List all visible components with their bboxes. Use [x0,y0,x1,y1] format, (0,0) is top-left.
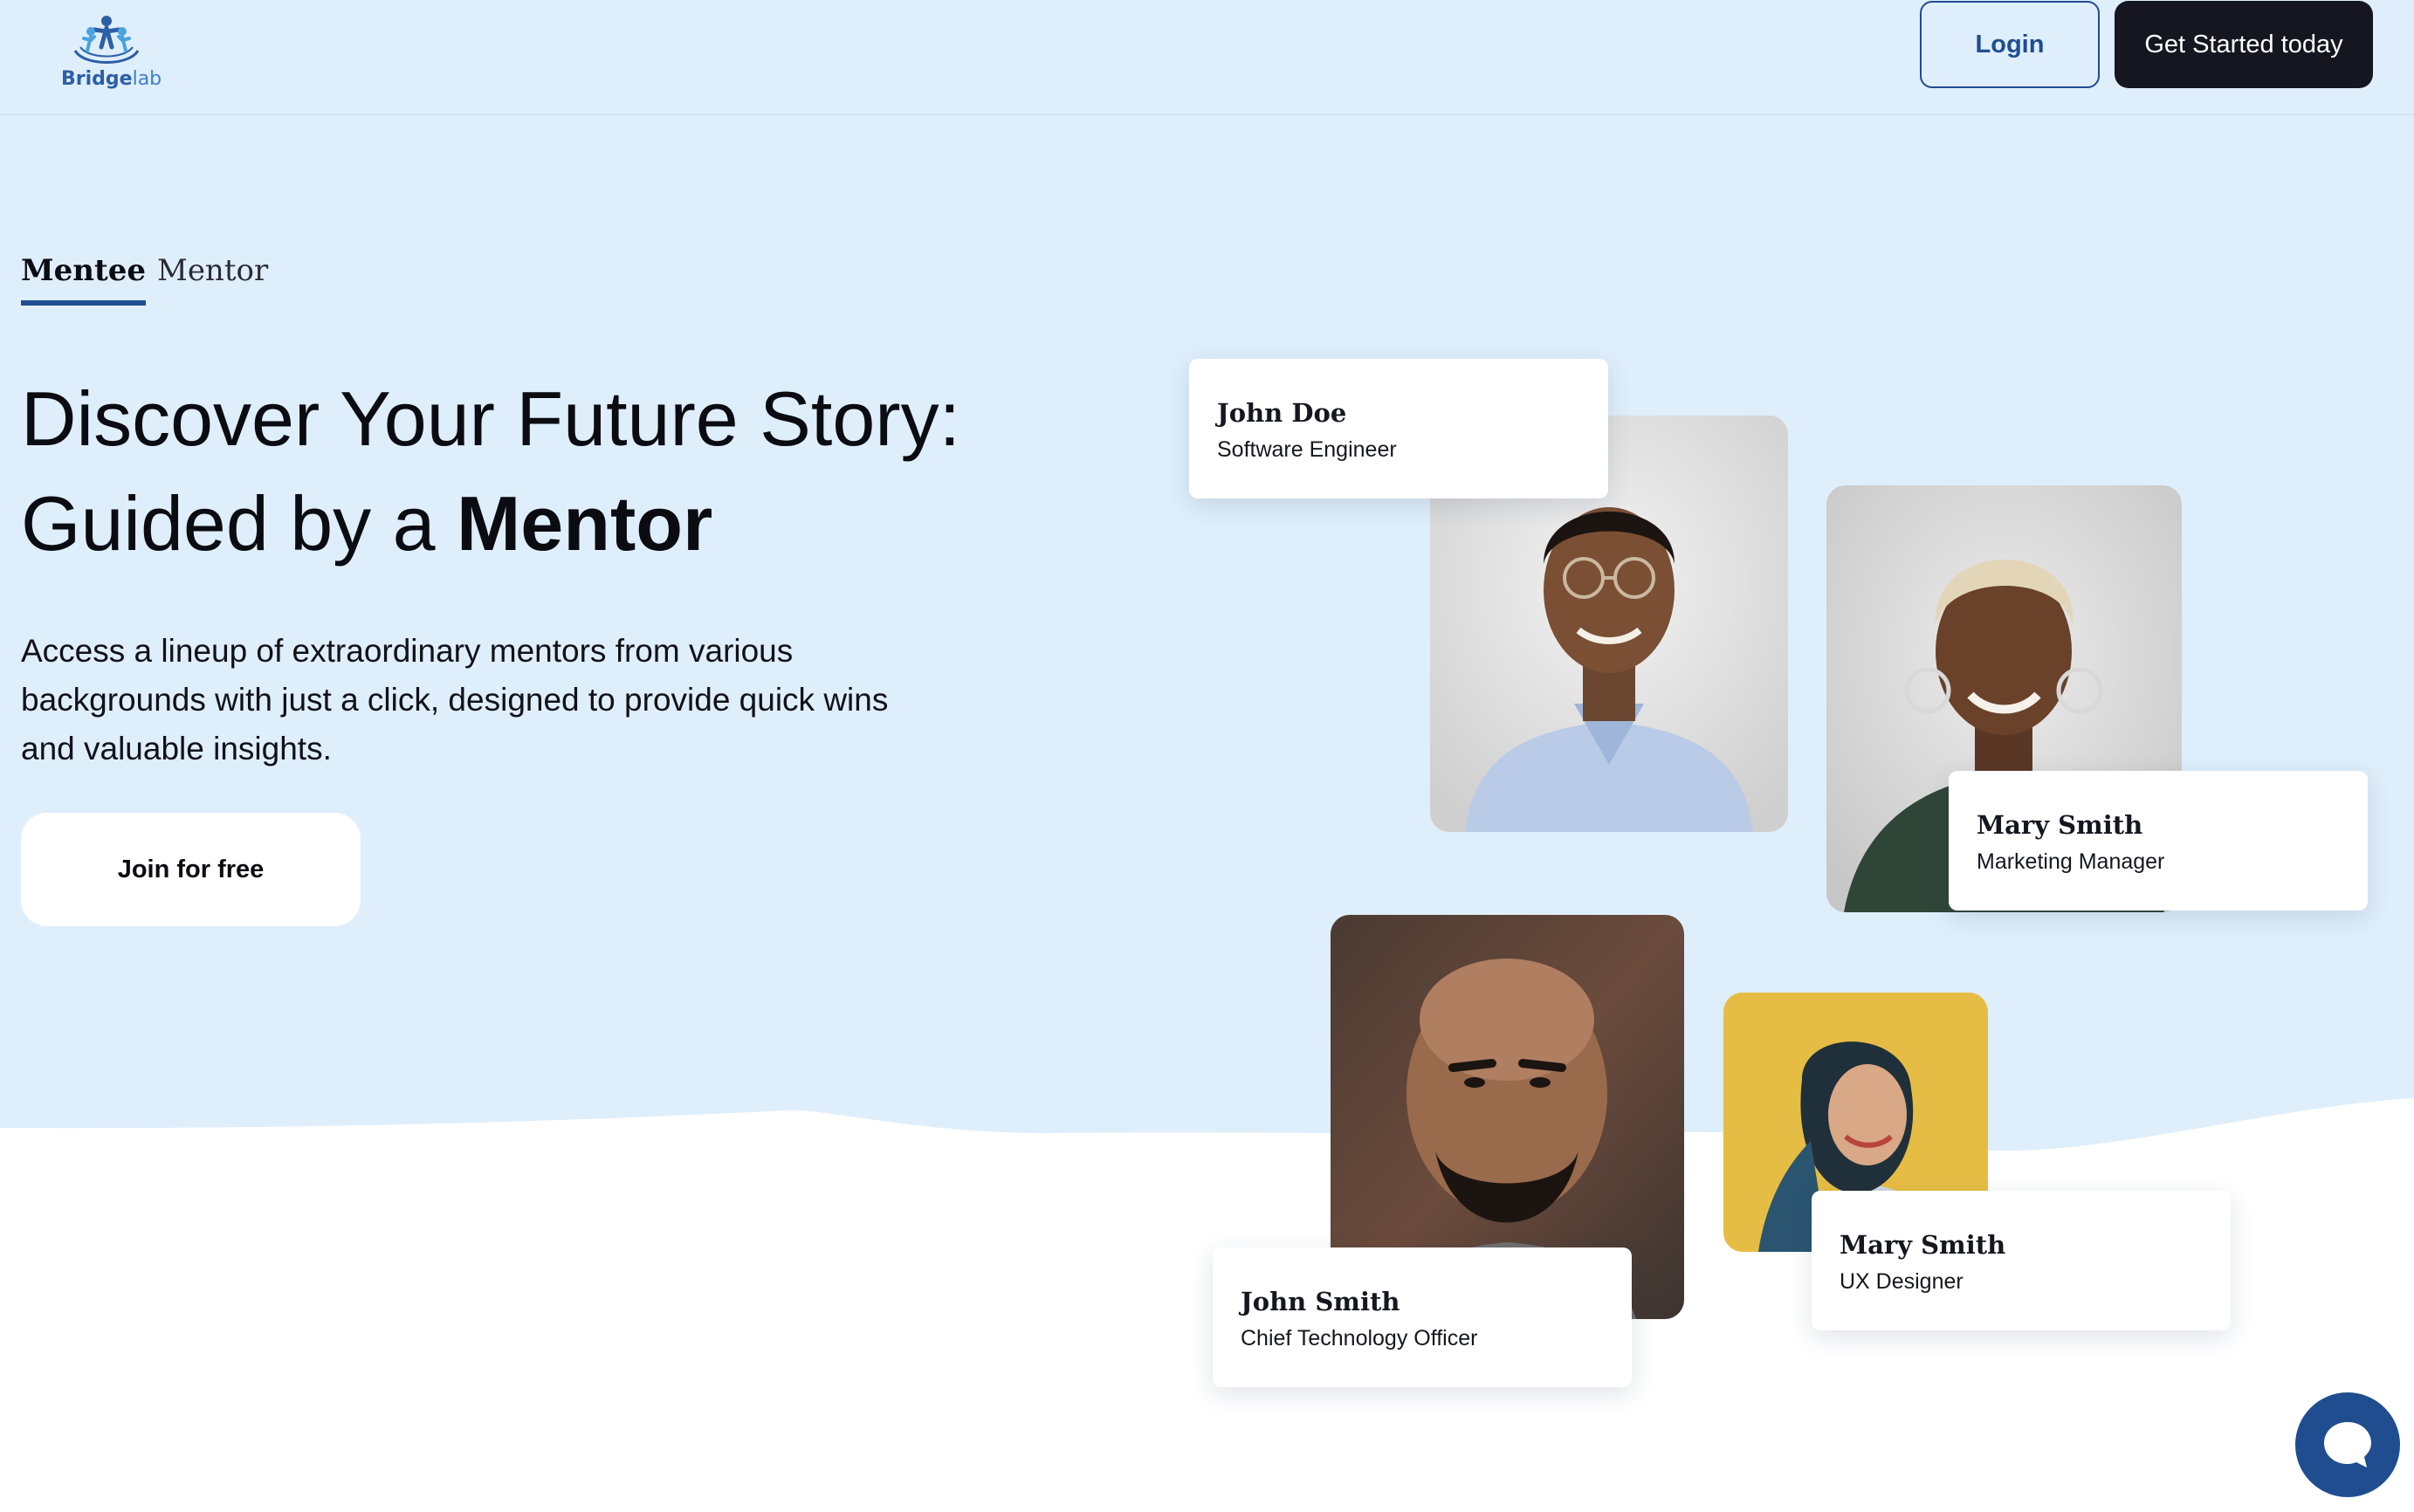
login-button[interactable]: Login [1920,1,2100,88]
mentor-role: Chief Technology Officer [1241,1326,1478,1350]
tab-mentee[interactable]: Mentee [21,253,146,306]
mentor-role: Marketing Manager [1977,849,2165,874]
mentor-card-mary-smith-ux[interactable]: Mary Smith UX Designer [1812,1191,2231,1330]
hero-headline: Discover Your Future Story: Guided by a … [21,367,1069,576]
bridgelab-logo[interactable]: Bridgelab [61,12,162,96]
mentor-name: John Doe [1217,398,1347,428]
get-started-button[interactable]: Get Started today [2115,1,2373,88]
logo-mark-icon [73,16,140,64]
mentor-role: UX Designer [1840,1269,1964,1294]
mentor-name: John Smith [1241,1287,1400,1316]
chat-widget-button[interactable] [2295,1392,2400,1497]
logo-wordmark: Bridgelab [61,68,162,90]
site-header: Bridgelab Login Get Started today [0,0,2414,115]
headline-line-2: Guided by a Mentor [21,480,713,567]
tab-mentor[interactable]: Mentor [157,253,268,300]
mentor-role: Software Engineer [1217,437,1397,462]
mentor-card-mary-smith-marketing[interactable]: Mary Smith Marketing Manager [1949,771,2368,911]
mentor-card-john-doe[interactable]: John Doe Software Engineer [1189,359,1608,498]
hero-description: Access a lineup of extraordinary mentors… [21,633,889,766]
join-for-free-button[interactable]: Join for free [21,813,361,926]
mentor-name: Mary Smith [1840,1230,2006,1260]
chat-bubble-icon [2324,1422,2371,1467]
headline-line-1: Discover Your Future Story: [21,375,961,462]
mentor-card-john-smith[interactable]: John Smith Chief Technology Officer [1213,1247,1632,1387]
mentor-name: Mary Smith [1977,810,2143,840]
